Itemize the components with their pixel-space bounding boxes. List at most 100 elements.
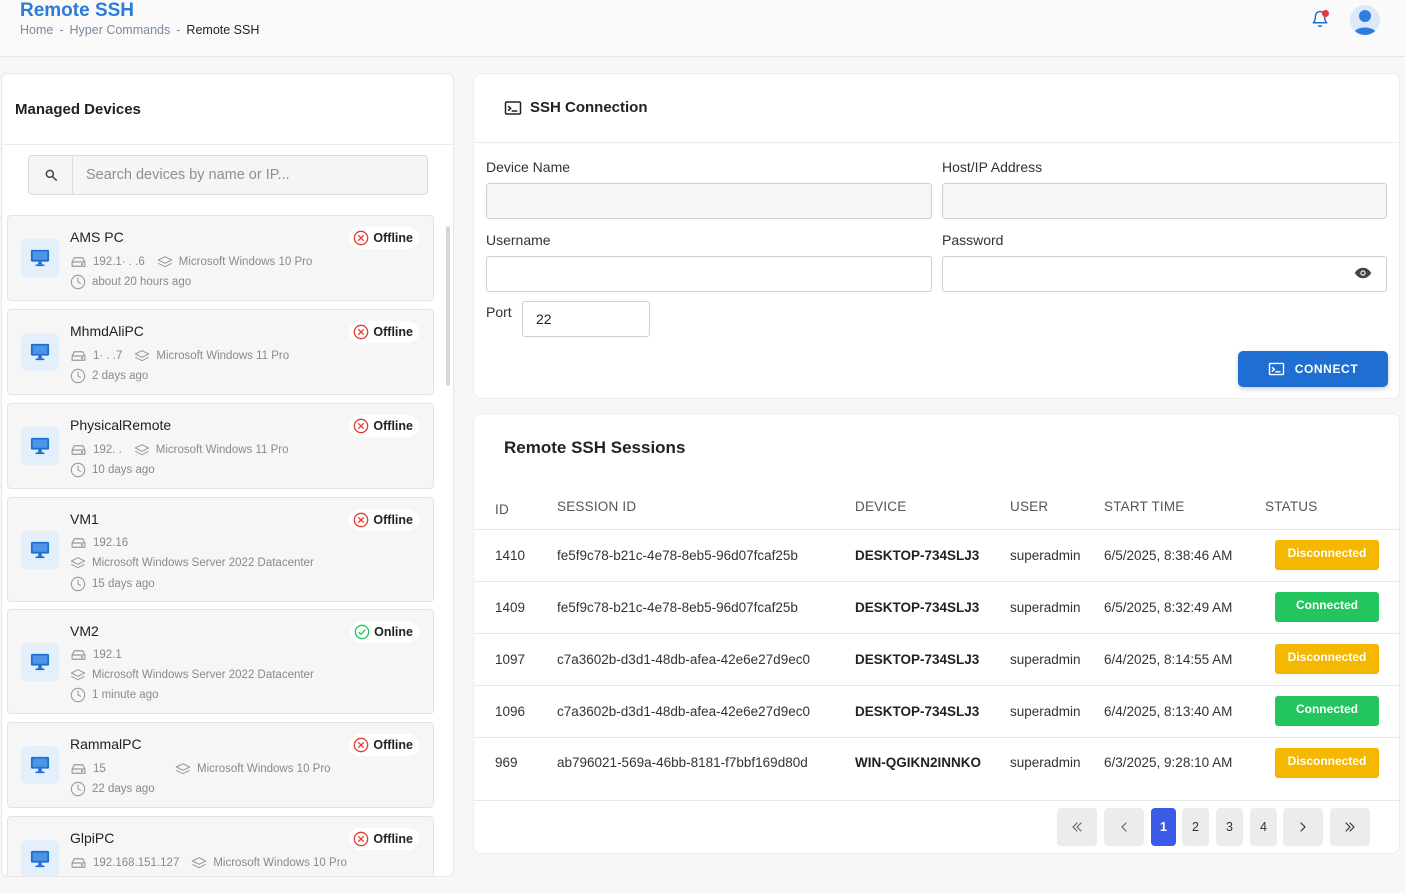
- port-field[interactable]: [522, 301, 650, 337]
- offline-x-circle-icon: [354, 737, 369, 753]
- remote-ssh-sessions-panel: Remote SSH Sessions ID SESSION ID DEVICE…: [473, 413, 1400, 854]
- host-ip-label: Host/IP Address: [942, 159, 1043, 175]
- eye-icon[interactable]: [1354, 266, 1372, 280]
- device-last-seen-line: 2 days ago: [70, 368, 148, 384]
- username-field[interactable]: [486, 256, 932, 292]
- device-name: GlpiPC: [70, 830, 115, 846]
- cell-id: 1097: [495, 652, 526, 667]
- table-row[interactable]: 1096 c7a3602b-d3d1-48db-afea-42e6e27d9ec…: [474, 685, 1399, 737]
- pagination-page-4[interactable]: 4: [1250, 808, 1277, 846]
- device-last-seen-line: 22 days ago: [70, 781, 155, 797]
- device-card-glpipc[interactable]: GlpiPC Offline 192.168.151.127 Microsoft…: [7, 816, 434, 876]
- device-name-field[interactable]: [486, 183, 932, 219]
- device-last-seen-line: 1 minute ago: [70, 687, 159, 703]
- divider: [474, 800, 1399, 801]
- layers-icon: [134, 444, 149, 456]
- device-card-rammalpc[interactable]: RammalPC Offline 15 Microsoft Windows 10…: [7, 722, 434, 808]
- device-card-vm1[interactable]: VM1 Offline 192.16 Microsoft Windows Ser…: [7, 497, 434, 602]
- pagination-page-1[interactable]: 1: [1151, 808, 1176, 846]
- column-header-status[interactable]: STATUS: [1265, 499, 1317, 514]
- cell-session-id: fe5f9c78-b21c-4e78-8eb5-96d07fcaf25b: [557, 600, 798, 615]
- device-last-seen: 2 days ago: [92, 370, 149, 382]
- status-badge-connected: Connected: [1275, 592, 1379, 622]
- cell-session-id: ab796021-569a-46bb-8181-f7bbf169d80d: [557, 755, 808, 770]
- pagination-last-button[interactable]: [1330, 808, 1370, 846]
- status-label: Online: [374, 625, 413, 639]
- device-search-input[interactable]: [73, 156, 427, 194]
- terminal-icon: [504, 100, 522, 115]
- column-header-id[interactable]: ID: [495, 502, 509, 517]
- user-avatar-icon[interactable]: [1350, 5, 1380, 35]
- column-header-user[interactable]: USER: [1010, 499, 1048, 514]
- chevron-right-icon: [1300, 822, 1306, 832]
- device-card-vm2[interactable]: VM2 Online 192.1 Microsoft Windows Serve…: [7, 609, 434, 714]
- hard-drive-icon: [71, 257, 86, 267]
- cell-device: DESKTOP-734SLJ3: [855, 600, 980, 615]
- device-os: Microsoft Windows Server 2022 Datacenter: [92, 669, 314, 681]
- pagination-page-3[interactable]: 3: [1216, 808, 1243, 846]
- clock-icon: [70, 462, 86, 478]
- device-card-mhmdalipc[interactable]: MhmdAliPC Offline 1· . .7 Microsoft Wind…: [7, 309, 434, 395]
- layers-icon: [70, 669, 86, 681]
- double-chevron-right-icon: [1345, 822, 1355, 832]
- device-name: MhmdAliPC: [70, 323, 144, 339]
- device-name: VM1: [70, 511, 99, 527]
- host-ip-field[interactable]: [942, 183, 1387, 219]
- cell-start-time: 6/4/2025, 8:14:55 AM: [1104, 652, 1233, 667]
- device-ip: 192.168.151.127: [93, 857, 180, 869]
- status-badge-disconnected: Disconnected: [1275, 644, 1379, 674]
- device-os: Microsoft Windows 10 Pro: [197, 763, 331, 775]
- managed-devices-title: Managed Devices: [15, 101, 141, 118]
- device-ip: 192.1: [93, 649, 122, 661]
- pagination-first-button[interactable]: [1057, 808, 1097, 846]
- pagination-page-2[interactable]: 2: [1182, 808, 1209, 846]
- divider: [474, 142, 1399, 143]
- table-row[interactable]: 969 ab796021-569a-46bb-8181-f7bbf169d80d…: [474, 737, 1399, 789]
- cell-id: 1409: [495, 600, 526, 615]
- connect-button[interactable]: CONNECT: [1238, 351, 1388, 387]
- device-meta-line: 1· . .7 Microsoft Windows 11 Pro: [70, 349, 289, 363]
- device-os-line: Microsoft Windows Server 2022 Datacenter: [70, 556, 314, 570]
- cell-device: DESKTOP-734SLJ3: [855, 704, 980, 719]
- cell-id: 1410: [495, 548, 526, 563]
- table-row[interactable]: 1097 c7a3602b-d3d1-48db-afea-42e6e27d9ec…: [474, 633, 1399, 685]
- monitor-icon: [21, 427, 59, 465]
- status-label: Offline: [373, 325, 413, 339]
- pagination-prev-button[interactable]: [1104, 808, 1144, 846]
- layers-icon: [157, 256, 172, 268]
- table-row[interactable]: 1410 fe5f9c78-b21c-4e78-8eb5-96d07fcaf25…: [474, 529, 1399, 581]
- status-badge-offline: Offline: [349, 509, 419, 531]
- status-label: Offline: [373, 738, 413, 752]
- status-badge-connected: Connected: [1275, 696, 1379, 726]
- cell-device: DESKTOP-734SLJ3: [855, 652, 980, 667]
- pagination-next-button[interactable]: [1283, 808, 1323, 846]
- password-field[interactable]: [942, 256, 1387, 292]
- monitor-icon: [21, 643, 59, 681]
- device-card-physicalremote[interactable]: PhysicalRemote Offline 192. . Microsoft …: [7, 403, 434, 489]
- cell-device: WIN-QGIKN2INNKO: [855, 755, 981, 770]
- column-header-device[interactable]: DEVICE: [855, 499, 906, 514]
- device-card-ams-pc[interactable]: AMS PC Offline 192.1· . .6 Microsoft Win…: [7, 215, 434, 301]
- column-header-session-id[interactable]: SESSION ID: [557, 499, 636, 514]
- status-badge-offline: Offline: [349, 734, 419, 756]
- breadcrumb-hyper-commands[interactable]: Hyper Commands: [70, 23, 171, 37]
- device-last-seen-line: about 20 hours ago: [70, 274, 191, 290]
- breadcrumb-home[interactable]: Home: [20, 23, 53, 37]
- password-label: Password: [942, 232, 1004, 248]
- table-row[interactable]: 1409 fe5f9c78-b21c-4e78-8eb5-96d07fcaf25…: [474, 581, 1399, 633]
- device-meta-line: 192.168.151.127 Microsoft Windows 10 Pro: [70, 856, 347, 870]
- device-name: RammalPC: [70, 736, 142, 752]
- device-list-scrollbar[interactable]: [446, 226, 450, 386]
- offline-x-circle-icon: [354, 831, 369, 847]
- sessions-title: Remote SSH Sessions: [504, 438, 686, 457]
- device-os: Microsoft Windows 11 Pro: [155, 444, 289, 456]
- column-header-start-time[interactable]: START TIME: [1104, 499, 1185, 514]
- device-ip: 15: [93, 763, 106, 775]
- status-label: Offline: [373, 419, 413, 433]
- monitor-icon: [21, 239, 59, 277]
- device-name-label: Device Name: [486, 159, 571, 175]
- monitor-icon: [21, 333, 59, 371]
- status-badge-offline: Offline: [349, 227, 419, 249]
- device-last-seen-line: 10 days ago: [70, 462, 155, 478]
- ssh-title-row: SSH Connection: [504, 99, 648, 116]
